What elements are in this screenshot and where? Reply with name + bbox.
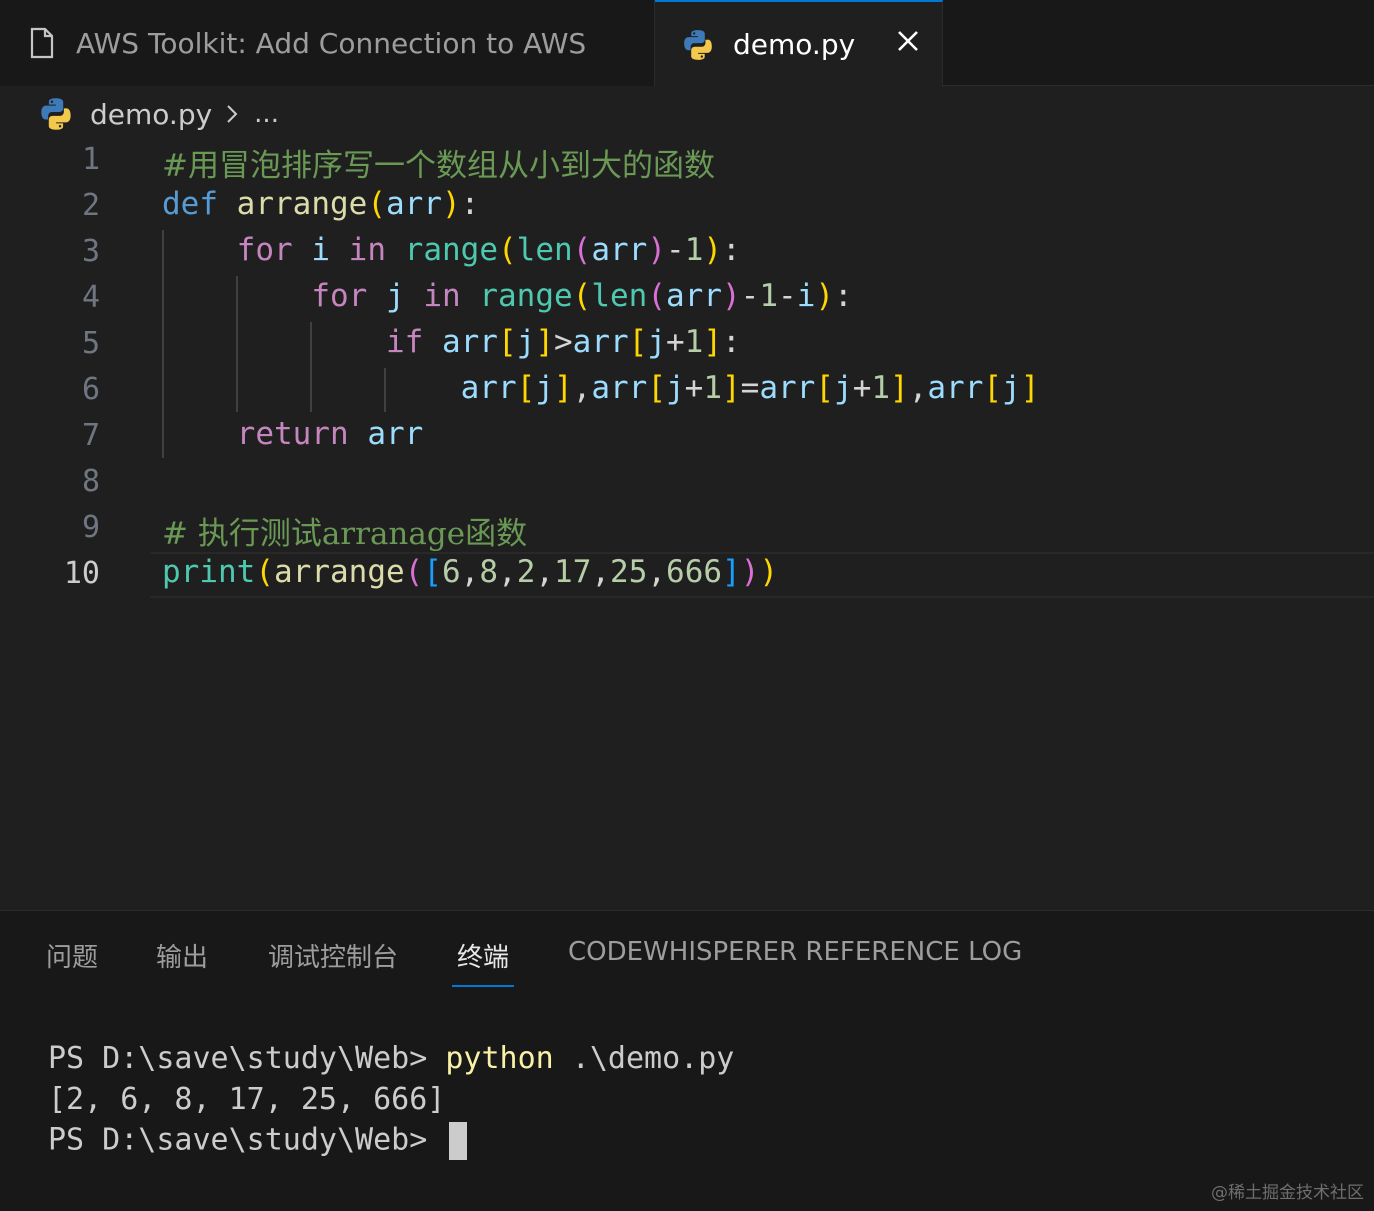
panel-tab-debug-console[interactable]: 调试控制台	[268, 937, 398, 987]
tab-aws-toolkit[interactable]: AWS Toolkit: Add Connection to AWS	[0, 0, 655, 86]
code-text: # 执行测试arranage函数	[162, 516, 528, 552]
close-icon[interactable]	[895, 28, 921, 54]
line-number: 6	[81, 372, 100, 407]
code-line: 2 def arrange(arr):	[0, 184, 1374, 230]
line-number: 3	[81, 234, 100, 269]
code-line-current: 10 print(arrange([6,8,2,17,25,666]))	[0, 552, 1374, 598]
panel-tab-problems[interactable]: 问题	[46, 937, 98, 987]
line-number: 4	[81, 280, 100, 315]
terminal-output: [2, 6, 8, 17, 25, 666]	[48, 1082, 446, 1117]
line-number: 9	[81, 510, 100, 545]
tab-label: demo.py	[733, 28, 856, 61]
line-number: 5	[81, 326, 100, 361]
python-icon	[684, 29, 712, 60]
file-icon	[30, 27, 54, 59]
tab-label: AWS Toolkit: Add Connection to AWS	[76, 26, 587, 60]
line-number: 1	[81, 142, 100, 177]
panel-tab-codewhisperer-log[interactable]: CODEWHISPERER REFERENCE LOG	[568, 937, 1022, 987]
editor-tab-bar: AWS Toolkit: Add Connection to AWS demo.…	[0, 0, 1374, 87]
terminal-prompt: PS D:\save\study\Web>	[48, 1041, 446, 1076]
chevron-right-icon	[227, 105, 238, 123]
bottom-panel: 问题 输出 调试控制台 终端 CODEWHISPERER REFERENCE L…	[0, 910, 1374, 1211]
breadcrumb-symbols[interactable]: ...	[254, 99, 279, 129]
terminal-cursor	[449, 1122, 468, 1160]
panel-tab-output[interactable]: 输出	[156, 937, 208, 987]
line-number: 7	[81, 418, 100, 453]
panel-tab-terminal[interactable]: 终端	[452, 937, 515, 987]
code-line: 5 if arr[j]>arr[j+1]:	[0, 322, 1374, 368]
code-text: if arr[j]>arr[j+1]:	[385, 324, 741, 360]
code-line: 7 return arr	[0, 414, 1374, 460]
code-text: for j in range(len(arr)-1-i):	[311, 278, 853, 314]
breadcrumb: demo.py ...	[38, 92, 279, 136]
code-text: arr[j],arr[j+1]=arr[j+1],arr[j]	[460, 370, 1040, 406]
code-line: 9 # 执行测试arranage函数	[0, 506, 1374, 552]
line-number: 2	[81, 188, 100, 223]
code-text: def arrange(arr):	[162, 186, 480, 222]
tab-demo-py[interactable]: demo.py	[655, 0, 943, 87]
python-icon	[41, 98, 71, 130]
terminal-line[interactable]: PS D:\save\study\Web>	[48, 1122, 468, 1160]
code-line: 8	[0, 460, 1374, 506]
watermark: @稀土掘金技术社区	[1211, 1183, 1364, 1203]
code-text: print(arrange([6,8,2,17,25,666]))	[162, 554, 779, 590]
terminal-command: python	[445, 1041, 554, 1076]
code-line: 1 #用冒泡排序写一个数组从小到大的函数	[0, 138, 1374, 184]
line-number: 8	[81, 464, 100, 499]
code-line: 4 for j in range(len(arr)-1-i):	[0, 276, 1374, 322]
code-line: 3 for i in range(len(arr)-1):	[0, 230, 1374, 276]
terminal-line: PS D:\save\study\Web> python .\demo.py	[48, 1041, 734, 1076]
code-text: for i in range(len(arr)-1):	[236, 232, 741, 268]
code-text: #用冒泡排序写一个数组从小到大的函数	[162, 148, 715, 184]
line-number: 10	[63, 556, 100, 591]
code-line: 6 arr[j],arr[j+1]=arr[j+1],arr[j]	[0, 368, 1374, 414]
breadcrumb-file[interactable]: demo.py	[90, 98, 212, 131]
code-text: return arr	[236, 416, 424, 452]
code-editor[interactable]: 1 #用冒泡排序写一个数组从小到大的函数 2 def arrange(arr):…	[0, 138, 1374, 910]
terminal-prompt: PS D:\save\study\Web>	[48, 1122, 446, 1158]
terminal-args: .\demo.py	[553, 1041, 735, 1076]
